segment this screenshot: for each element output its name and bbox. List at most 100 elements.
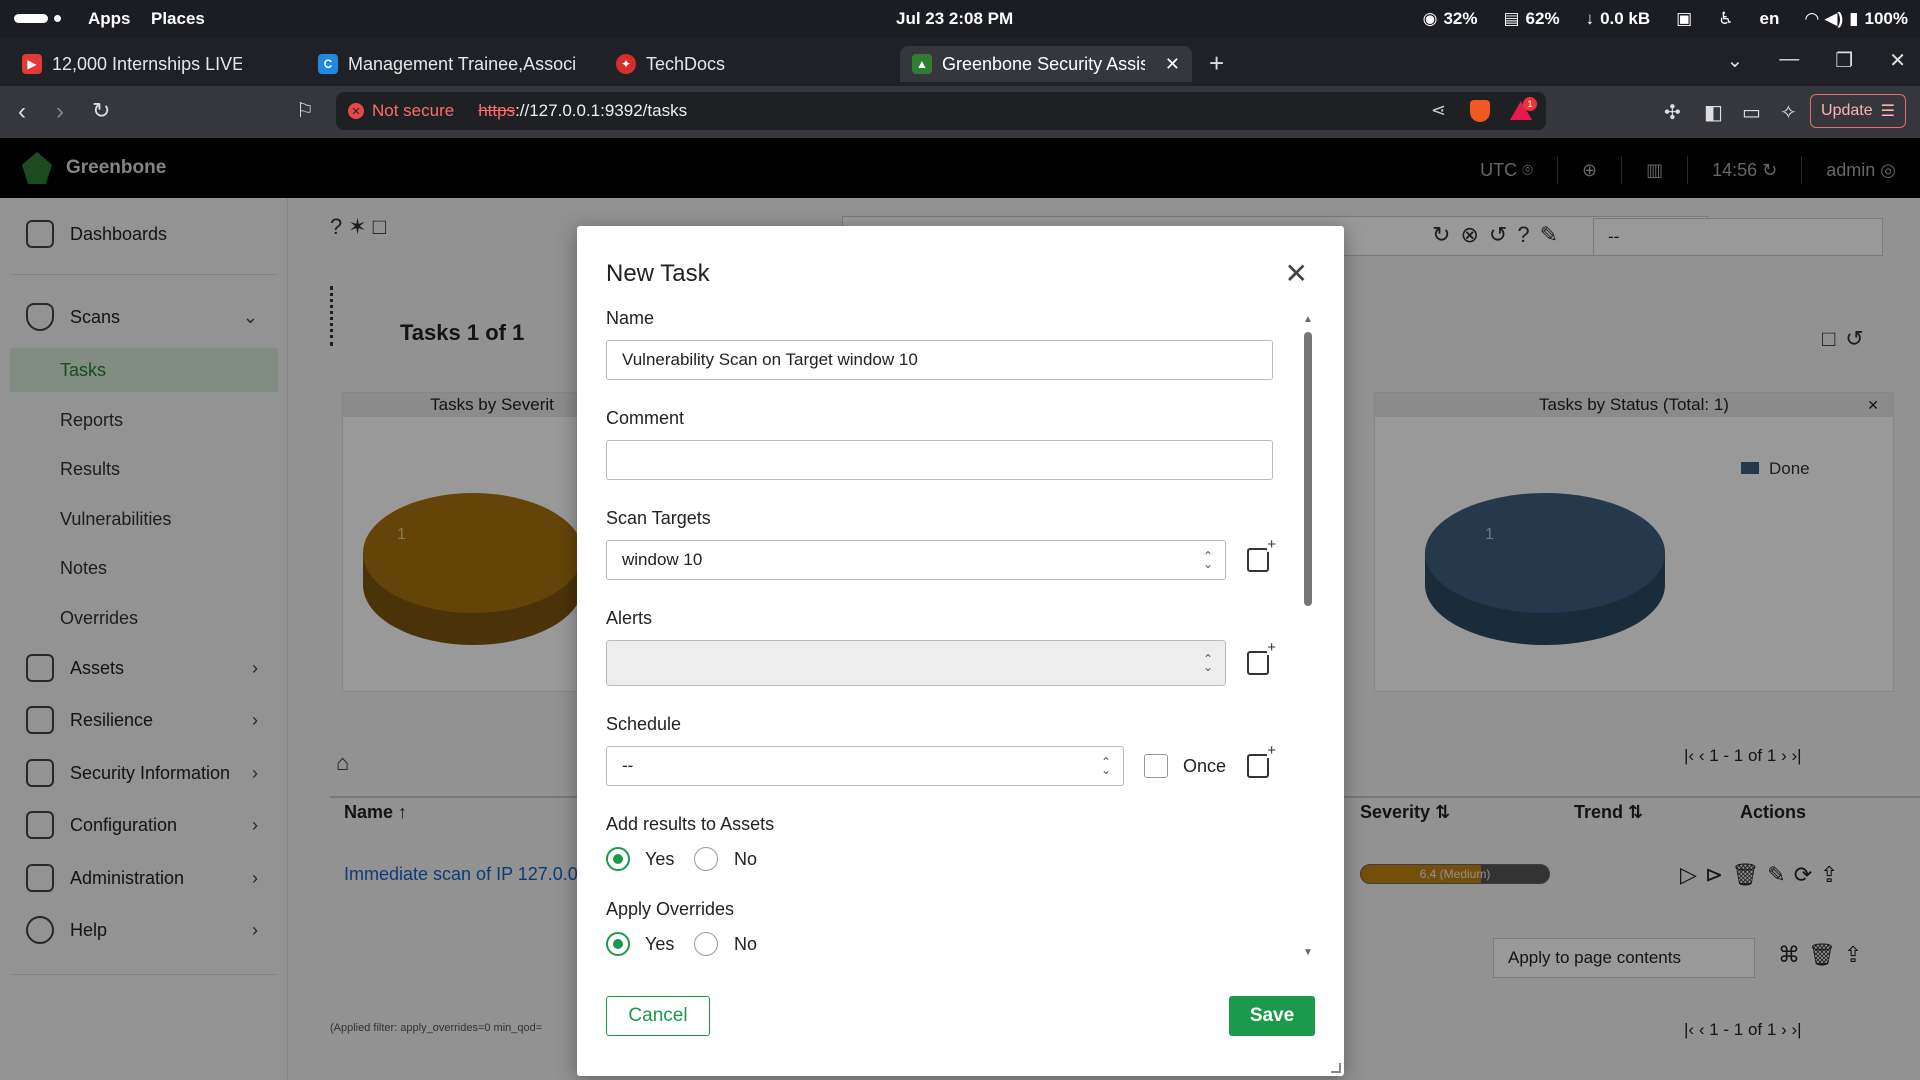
schedule-value: -- [622,756,634,775]
os-top-bar: Apps Places Jul 23 2:08 PM ◉ 32% ▤ 62% ↓ 0.… [0,0,1920,38]
new-task-dialog: New Task ✕ Name Vulnerability Scan on Ta… [577,226,1344,1076]
rewards-badge: 1 [1523,97,1537,111]
update-label: Update [1821,102,1873,119]
scan-targets-label: Scan Targets [606,508,711,528]
apply-overrides-label: Apply Overrides [606,899,735,919]
comment-label: Comment [606,408,685,428]
reload-icon[interactable]: ↻ [92,98,110,124]
techdocs-favicon-icon: ✦ [616,54,636,74]
wifi-icon: ◠ [1805,9,1819,28]
restore-icon[interactable]: ❐ [1835,48,1853,73]
save-button[interactable]: Save [1229,996,1315,1036]
select-arrows-icon: ⌃ ⌄ [1202,652,1213,674]
add-to-assets-no-radio[interactable] [694,847,718,871]
tab-title: Management Trainee,Associ [348,53,577,74]
tab-greenbone[interactable]: ▲ Greenbone Security Assis ✕ [900,46,1192,82]
add-to-assets-yes-radio[interactable] [606,847,630,871]
add-to-assets-label: Add results to Assets [606,814,775,834]
wallet-icon[interactable]: ▭ [1742,100,1761,125]
system-indicators[interactable]: ◠ ◀) ▮ 100% [1805,9,1908,29]
brave-shields-icon[interactable] [1470,100,1490,122]
tab-title: Greenbone Security Assis [942,53,1145,74]
apply-overrides-yes-label: Yes [645,934,675,954]
language-indicator[interactable]: en [1759,9,1779,29]
memory-indicator: ▤ 62% [1503,9,1559,29]
forward-icon[interactable]: › [56,98,64,126]
site-favicon-icon: C [318,54,338,74]
resize-handle[interactable] [1331,1063,1341,1073]
schedule-label: Schedule [606,714,682,734]
dialog-scrollbar[interactable]: ▲ ▼ [1301,314,1315,958]
close-dialog-icon[interactable]: ✕ [1285,260,1308,288]
new-tab-button[interactable]: + [1209,48,1224,79]
alerts-select[interactable]: ⌃ ⌄ [606,640,1226,686]
new-target-icon[interactable] [1247,538,1277,572]
minimize-icon[interactable]: — [1779,48,1799,73]
cpu-indicator: ◉ 32% [1423,9,1478,29]
tab-title: TechDocs [646,53,726,74]
youtube-favicon-icon: ▶ [22,54,42,74]
scan-targets-select[interactable]: window 10 ⌃ ⌄ [606,540,1226,580]
volume-icon: ◀) [1824,9,1844,28]
comment-input[interactable] [606,440,1273,480]
close-tab-icon[interactable]: ✕ [1165,54,1180,75]
memory-icon: ▤ [1503,9,1520,28]
add-to-assets-yes-label: Yes [645,849,675,869]
tab-title: 12,000 Internships LIVE 🔥 C [52,53,242,74]
sidebar-icon[interactable]: ◧ [1704,100,1723,125]
window-controls: ⌄ — ❐ ✕ [1727,48,1906,73]
close-window-icon[interactable]: ✕ [1889,48,1906,73]
browser-tab-strip: ▶ 12,000 Internships LIVE 🔥 C C Manageme… [0,38,1920,86]
new-alert-icon[interactable] [1247,641,1277,675]
accessibility-icon[interactable]: ♿ [1718,9,1733,29]
select-arrows-icon: ⌃ ⌄ [1100,755,1111,777]
extensions-icon[interactable]: ✣ [1664,100,1681,125]
browser-toolbar: ‹ › ↻ ⚐ ✕ Not secure https://127.0.0.1:93… [0,86,1920,138]
scan-targets-value: window 10 [622,550,703,569]
greenbone-favicon-icon: ▲ [912,54,932,74]
clock[interactable]: Jul 23 2:08 PM [896,9,1013,29]
brave-rewards-icon[interactable]: 1 [1510,97,1537,120]
add-to-assets-no-label: No [734,849,758,869]
workspace-indicator[interactable] [14,14,48,23]
url-rest: ://127.0.0.1:9392/tasks [515,101,688,120]
address-bar[interactable]: ✕ Not secure https://127.0.0.1:9392/tasks… [336,92,1546,130]
schedule-select[interactable]: -- ⌃ ⌄ [606,746,1124,786]
back-icon[interactable]: ‹ [18,98,26,126]
status-area[interactable]: ◉ 32% ▤ 62% ↓ 0.0 kB ▣ ♿ en ◠ ◀) ▮ 100% [1423,9,1908,29]
bookmark-icon[interactable]: ⚐ [296,98,314,123]
cpu-value: 32% [1443,9,1478,28]
apply-overrides-yes-radio[interactable] [606,932,630,956]
apply-overrides-no-radio[interactable] [694,932,718,956]
workspace-dot[interactable] [54,15,61,22]
cpu-icon: ◉ [1422,9,1438,28]
scrollbar-thumb[interactable] [1304,332,1312,606]
memory-value: 62% [1525,9,1560,28]
tab-techdocs[interactable]: ✦ TechDocs [604,46,784,82]
security-indicator[interactable]: ✕ Not secure [348,101,454,121]
scroll-up-icon[interactable]: ▲ [1301,314,1315,325]
places-menu[interactable]: Places [151,9,205,29]
app-indicator-icon[interactable]: ▣ [1676,9,1692,29]
tab-internships[interactable]: ▶ 12,000 Internships LIVE 🔥 C [10,46,242,82]
menu-icon: ☰ [1880,103,1895,120]
url-text[interactable]: https://127.0.0.1:9392/tasks [478,101,687,121]
battery-icon: ▮ [1849,9,1859,28]
dialog-title: New Task [606,260,710,287]
apps-menu[interactable]: Apps [88,9,131,29]
tab-search-icon[interactable]: ⌄ [1727,48,1744,73]
update-button[interactable]: Update ☰ [1810,94,1906,128]
battery-value: 100% [1864,9,1908,28]
download-arrow-icon: ↓ [1585,9,1595,28]
security-text: Not secure [372,101,455,120]
once-checkbox[interactable] [1144,754,1168,778]
tab-management-trainee[interactable]: C Management Trainee,Associ [306,46,594,82]
scroll-down-icon[interactable]: ▼ [1301,947,1315,958]
cancel-button[interactable]: Cancel [606,996,710,1036]
leo-ai-icon[interactable]: ✧ [1780,100,1797,125]
name-input[interactable]: Vulnerability Scan on Target window 10 [606,340,1273,380]
not-secure-icon: ✕ [348,103,364,119]
share-icon[interactable]: ⋖ [1431,100,1446,121]
new-schedule-icon[interactable] [1247,744,1277,778]
network-indicator: ↓ 0.0 kB [1586,9,1651,29]
